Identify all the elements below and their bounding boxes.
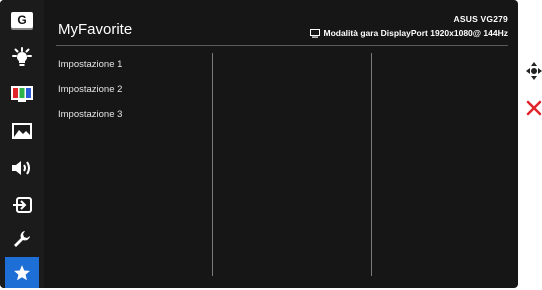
sidebar-item-sound[interactable] <box>7 153 37 183</box>
sidebar-item-bluelight[interactable] <box>7 43 37 73</box>
sound-icon <box>12 161 30 175</box>
image-icon <box>12 123 32 139</box>
menu-item-setting-3[interactable]: Impostazione 3 <box>58 108 122 133</box>
input-icon <box>13 197 32 213</box>
mode-info-text: Modalità gara DisplayPort 1920x1080@ 144… <box>323 28 508 38</box>
bluelight-icon <box>12 47 32 66</box>
settings-menu: Impostazione 1 Impostazione 2 Impostazio… <box>58 58 122 133</box>
monitor-icon <box>310 28 321 38</box>
gameplus-icon: G <box>11 12 33 28</box>
star-icon <box>14 265 30 281</box>
osd-menu-panel: G MyFavorite ASUS VG279 Modalità gara Di… <box>0 0 518 288</box>
menu-item-setting-2[interactable]: Impostazione 2 <box>58 83 122 108</box>
sidebar-item-color[interactable] <box>7 79 37 109</box>
close-icon[interactable] <box>526 99 542 117</box>
menu-item-setting-1[interactable]: Impostazione 1 <box>58 58 122 83</box>
sidebar-item-gameplus[interactable]: G <box>7 5 37 35</box>
move-navigation-icon[interactable] <box>526 62 542 80</box>
column-divider-2 <box>371 53 372 276</box>
sidebar-item-system-setup[interactable] <box>7 224 37 254</box>
page-title: MyFavorite <box>58 21 133 38</box>
header-divider <box>56 45 508 46</box>
sidebar-item-image[interactable] <box>7 116 37 146</box>
wrench-icon <box>14 231 30 247</box>
mode-status: Modalità gara DisplayPort 1920x1080@ 144… <box>310 28 508 38</box>
sidebar-item-input[interactable] <box>7 190 37 220</box>
column-divider-1 <box>212 53 213 276</box>
sidebar: G <box>0 0 44 288</box>
model-name: ASUS VG279 <box>453 14 508 24</box>
color-icon <box>11 86 33 102</box>
sidebar-item-myfavorite[interactable] <box>5 257 39 288</box>
